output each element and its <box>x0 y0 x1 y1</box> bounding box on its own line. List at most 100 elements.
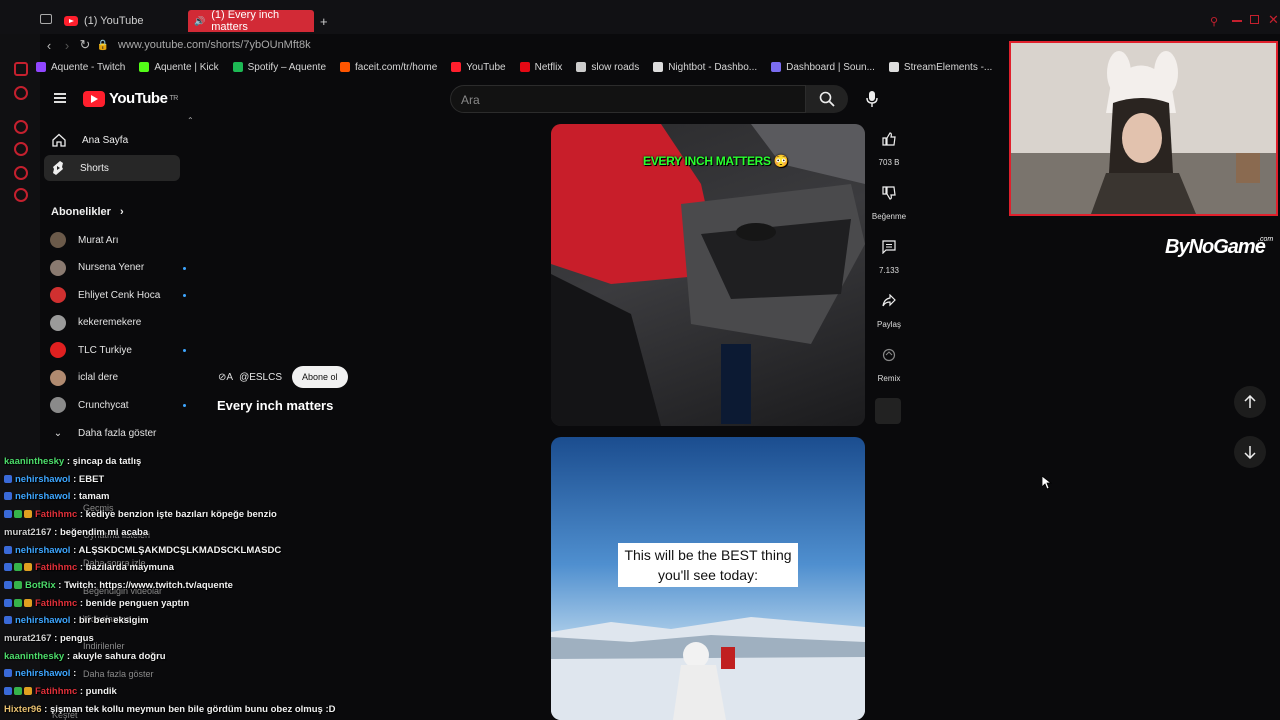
subscription-item[interactable]: Ehliyet Cenk Hoca <box>50 284 190 306</box>
bookmark-label: Dashboard | Soun... <box>786 61 875 73</box>
tab-youtube[interactable]: (1) YouTube <box>58 10 186 32</box>
live-indicator-dot <box>183 266 186 270</box>
chat-badge-icon <box>24 563 32 572</box>
subscription-item[interactable]: Crunchycat <box>50 394 190 416</box>
subscription-item[interactable]: Murat Arı <box>50 229 190 251</box>
url-field[interactable]: www.youtube.com/shorts/7ybOUnMft8k <box>118 39 311 51</box>
back-icon[interactable]: ‹ <box>40 38 58 53</box>
bookmark-item[interactable]: Aquente | Kick <box>139 62 219 73</box>
dislike-button[interactable]: Beğenme <box>866 178 912 221</box>
next-short-button[interactable] <box>1234 436 1266 468</box>
chat-text: : <box>70 668 77 680</box>
search-button[interactable] <box>806 85 848 113</box>
sound-thumbnail[interactable] <box>875 398 901 424</box>
subscription-name: kekeremekere <box>78 317 142 328</box>
tab-label: (1) YouTube <box>84 15 144 27</box>
chat-message: BotRix : Twitch: https://www.twitch.tv/a… <box>4 580 233 591</box>
streamer-webcam <box>1011 43 1276 214</box>
share-button[interactable]: Paylaş <box>866 286 912 329</box>
bookmarks-bar: Aquente - Twitch Aquente | Kick Spotify – … <box>36 58 1006 76</box>
chat-badge-icon <box>14 580 22 589</box>
live-indicator-dot <box>183 404 186 407</box>
lock-icon[interactable]: 🔒 <box>94 40 112 51</box>
remix-button[interactable]: Remix <box>866 340 912 383</box>
chat-badges <box>4 598 32 607</box>
bookmark-favicon-icon <box>519 62 530 72</box>
tab-every-inch-matters[interactable]: 🔊 (1) Every inch matters <box>188 9 314 33</box>
voice-search-button[interactable] <box>858 85 886 113</box>
subscription-name: Crunchycat <box>78 399 129 411</box>
bookmark-item[interactable]: slow roads <box>576 62 639 73</box>
subscribe-button[interactable]: Abone ol <box>292 366 348 388</box>
tab-bar: (1) YouTube 🔊 (1) Every inch matters + ⚲… <box>0 0 1280 34</box>
subscription-name: Nursena Yener <box>78 262 145 273</box>
tab-overview-icon[interactable] <box>40 14 52 24</box>
search-icon <box>819 91 835 107</box>
subscriptions-title[interactable]: Abonelikler › <box>51 206 124 218</box>
channel-handle[interactable]: @ESLCS <box>239 372 282 383</box>
menu-icon[interactable] <box>54 93 66 103</box>
chat-badge-icon <box>24 598 32 607</box>
speaker-icon: 🔊 <box>194 15 206 26</box>
chat-badges <box>4 669 12 678</box>
chat-username: Fatihhmc <box>35 562 78 574</box>
chat-text: : şincap da tatlış <box>64 456 142 467</box>
chat-message: murat2167 : pengus <box>4 633 94 644</box>
short-video-current[interactable]: EVERY INCH MATTERS 😳 <box>551 124 865 426</box>
bookmark-item[interactable]: faceit.com/tr/home <box>340 62 437 73</box>
microphone-icon <box>866 91 878 107</box>
new-tab-button[interactable]: + <box>314 10 334 32</box>
maximize-icon[interactable] <box>1250 15 1259 24</box>
channel-avatar-icon[interactable]: ⊘A <box>218 372 233 383</box>
video-caption: EVERY INCH MATTERS 😳 <box>643 154 789 168</box>
history-icon[interactable] <box>14 120 28 134</box>
short-video-next[interactable]: This will be the BEST thing you'll see t… <box>551 437 865 720</box>
youtube-sidebar: ⌃ Ana Sayfa Shorts Abonelikler › Murat A… <box>40 116 194 462</box>
chat-badge-icon <box>4 474 12 483</box>
arrow-up-icon <box>1244 395 1256 408</box>
bookmark-item[interactable]: Aquente - Twitch <box>36 62 125 73</box>
show-more-button[interactable]: ⌄ Daha fazla göster <box>50 422 190 444</box>
reload-icon[interactable]: ↻ <box>76 37 94 53</box>
chat-text: : pengus <box>51 633 94 644</box>
sidebar-item-shorts[interactable]: Shorts <box>44 155 180 181</box>
subscription-item[interactable]: iclal dere <box>50 367 190 389</box>
search-input[interactable]: Ara <box>450 85 806 113</box>
sidebar-item-label: Ana Sayfa <box>82 134 129 146</box>
bookmark-item[interactable]: StreamElements -... <box>888 62 992 73</box>
comments-button[interactable]: 7.133 <box>866 232 912 275</box>
bookmark-item[interactable]: Spotify – Aquente <box>232 62 326 73</box>
search-tabs-icon[interactable]: ⚲ <box>1210 15 1218 28</box>
subscription-item[interactable]: TLC Turkiye <box>50 339 190 361</box>
settings-icon[interactable] <box>14 188 28 202</box>
bookmark-item[interactable]: Nightbot - Dashbo... <box>653 62 757 73</box>
chat-message: Fatihhmc : kediye benzion işte bazıları … <box>4 509 277 520</box>
chat-username: Fatihhmc <box>35 686 78 698</box>
chat-badge-icon <box>14 563 22 572</box>
sidebar-item-home[interactable]: Ana Sayfa <box>44 127 180 153</box>
forward-icon[interactable]: › <box>58 38 76 53</box>
subscription-name: Ehliyet Cenk Hoca <box>78 289 161 301</box>
shield-icon[interactable] <box>14 86 28 100</box>
bookmark-item[interactable]: Dashboard | Soun... <box>771 62 875 73</box>
subscription-item[interactable]: Nursena Yener <box>50 257 190 279</box>
minimize-icon[interactable] <box>1232 20 1242 22</box>
previous-short-button[interactable] <box>1234 386 1266 418</box>
clock-icon[interactable] <box>14 142 28 156</box>
youtube-play-icon <box>83 90 105 107</box>
youtube-logo[interactable]: YouTube TR <box>83 90 178 107</box>
avatar <box>50 397 66 413</box>
chat-username: Fatihhmc <box>35 509 78 521</box>
heart-icon[interactable] <box>14 166 28 180</box>
avatar <box>50 232 66 248</box>
bookmark-item[interactable]: Netflix <box>519 62 562 73</box>
bookmark-item[interactable]: YouTube <box>451 61 506 73</box>
bookmark-favicon-icon <box>771 62 782 72</box>
like-button[interactable]: 703 B <box>866 124 912 167</box>
close-icon[interactable]: ✕ <box>1268 12 1279 28</box>
subscription-item[interactable]: kekeremekere <box>50 312 190 334</box>
chat-message: nehirshawol : EBET <box>4 474 104 485</box>
bookmark-label: YouTube <box>466 61 506 73</box>
scroll-up-icon[interactable]: ⌃ <box>187 116 194 125</box>
refresh-panel-icon[interactable] <box>14 62 28 76</box>
